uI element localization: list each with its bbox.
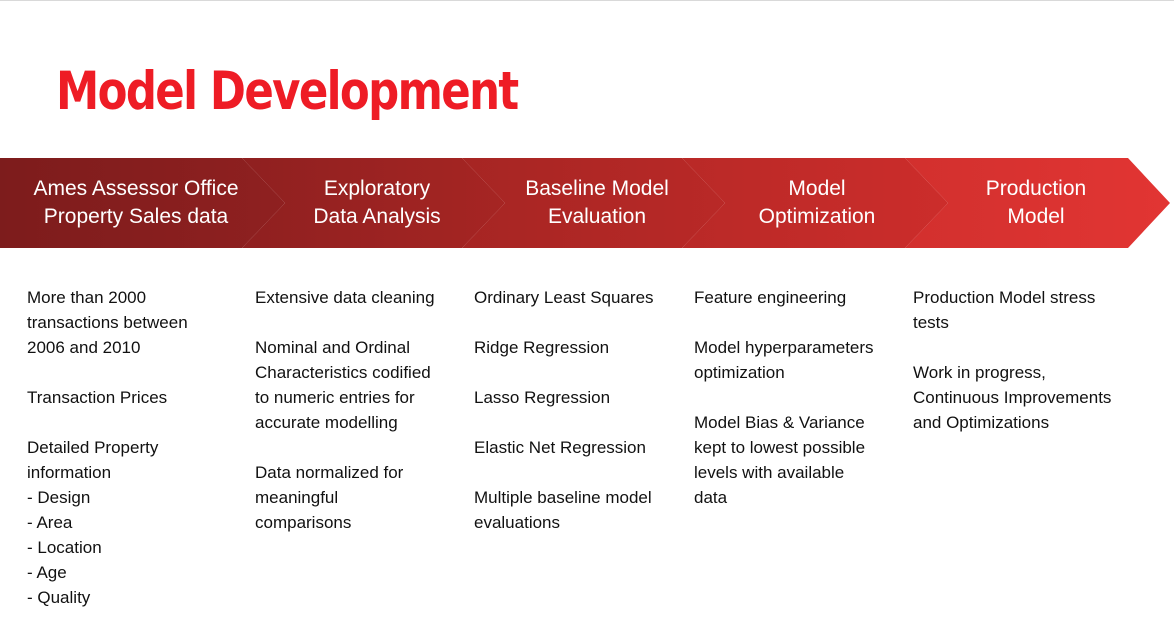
- stage-label-model-optimization: Model Optimization: [758, 177, 876, 228]
- stage-details-model-optimization: Feature engineering Model hyperparameter…: [694, 288, 874, 507]
- stage-label-exploratory-data-analysis: Exploratory Data Analysis: [313, 177, 441, 228]
- slide: Model Development Ames Assessor Office P…: [0, 0, 1174, 637]
- stage-details-exploratory-data-analysis: Extensive data cleaning Nominal and Ordi…: [255, 288, 435, 532]
- stage-label-production-model: Production Model: [985, 177, 1087, 228]
- stage-details-baseline-model-evaluation: Ordinary Least Squares Ridge Regression …: [474, 288, 654, 532]
- stage-details-production-model: Production Model stress tests Work in pr…: [913, 288, 1112, 432]
- stage-details-property-sales-data: More than 2000 transactions between 2006…: [27, 288, 188, 607]
- stage-label-property-sales-data: Ames Assessor Office Property Sales data: [33, 177, 239, 228]
- stage-label-baseline-model-evaluation: Baseline Model Evaluation: [525, 177, 669, 228]
- slide-title: Model Development: [56, 61, 519, 122]
- process-flow: Ames Assessor Office Property Sales data…: [0, 158, 1174, 248]
